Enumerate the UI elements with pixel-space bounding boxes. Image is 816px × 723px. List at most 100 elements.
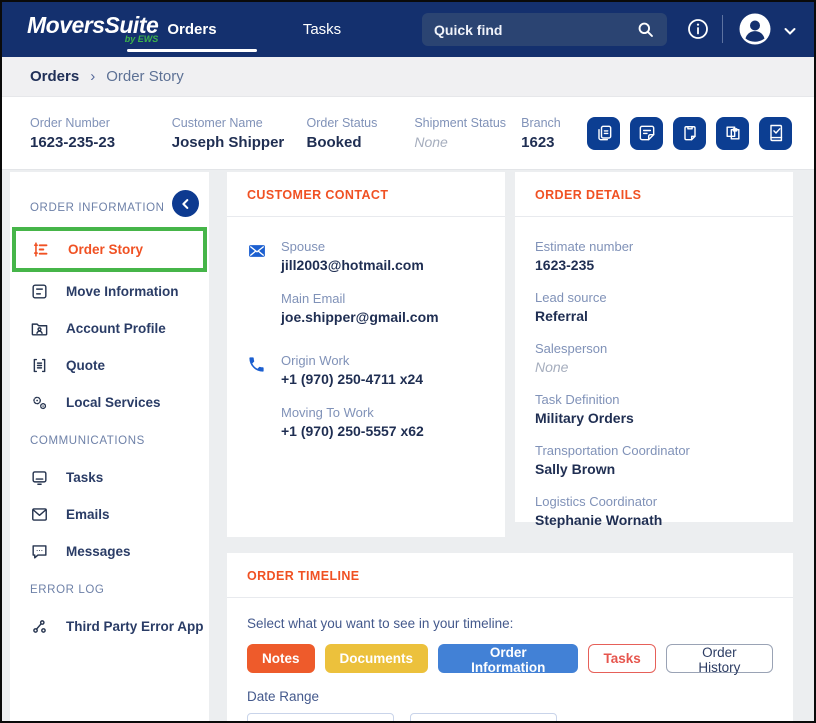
field-label: Logistics Coordinator	[535, 494, 773, 509]
annotation-highlight-box: Order Story	[12, 227, 207, 272]
field-logistics-coordinator: Logistics Coordinator Stephanie Wornath	[535, 494, 773, 528]
app-window: MoversSuite by EWS Orders Tasks	[0, 0, 816, 723]
field-value: 1623-235	[535, 257, 773, 273]
breadcrumb-orders[interactable]: Orders	[30, 68, 79, 85]
date-to-input[interactable]	[411, 714, 556, 721]
branch-field: Branch 1623	[521, 116, 587, 151]
tab-orders-label: Orders	[167, 21, 216, 38]
sidebar-item-label: Tasks	[66, 470, 103, 485]
move-information-icon	[30, 282, 49, 301]
contact-entry-label: Moving To Work	[281, 405, 424, 420]
sidebar-section-title: ERROR LOG	[30, 584, 104, 596]
primary-tabs: Orders Tasks	[127, 2, 387, 57]
chevron-down-icon[interactable]	[782, 23, 798, 39]
field-salesperson: Salesperson None	[535, 341, 773, 375]
order-action-buttons	[587, 117, 792, 150]
breadcrumb-order-story: Order Story	[106, 68, 184, 85]
contact-entry-label: Origin Work	[281, 353, 424, 368]
main-area: ORDER INFORMATION Order Story Move Infor…	[2, 170, 814, 721]
email-entries: Spouse jill2003@hotmail.com Main Email j…	[281, 239, 439, 325]
tab-tasks-label: Tasks	[303, 21, 341, 38]
date-range-inputs	[247, 713, 773, 721]
sidebar: ORDER INFORMATION Order Story Move Infor…	[10, 172, 209, 721]
field-value: None	[535, 359, 773, 375]
sidebar-item-label: Local Services	[66, 395, 161, 410]
gears-icon	[30, 393, 49, 412]
sidebar-item-label: Emails	[66, 507, 110, 522]
field-label: Transportation Coordinator	[535, 443, 773, 458]
quick-find-box	[422, 13, 667, 46]
sidebar-item-local-services[interactable]: Local Services	[10, 384, 209, 421]
contact-entry-value: +1 (970) 250-5557 x62	[281, 423, 424, 439]
filter-order-information-button[interactable]: Order Information	[438, 644, 578, 673]
clipboards-button[interactable]	[716, 117, 749, 150]
clipboards-icon	[723, 123, 743, 143]
book-check-icon	[766, 123, 786, 143]
envelope-icon	[30, 505, 49, 524]
date-from-input[interactable]	[248, 714, 393, 721]
breadcrumb: Orders › Order Story	[2, 57, 814, 97]
filter-tasks-button[interactable]: Tasks	[588, 644, 655, 673]
quote-icon	[30, 356, 49, 375]
sidebar-item-label: Third Party Error App	[66, 619, 204, 634]
date-range-label: Date Range	[247, 689, 773, 704]
sidebar-item-third-party-error-app[interactable]: Third Party Error App	[10, 608, 209, 645]
phone-entries: Origin Work +1 (970) 250-4711 x24 Moving…	[281, 353, 424, 439]
customer-contact-header: CUSTOMER CONTACT	[227, 172, 505, 217]
top-navbar: MoversSuite by EWS Orders Tasks	[2, 2, 814, 57]
order-number-value: 1623-235-23	[30, 134, 172, 151]
branch-value: 1623	[521, 134, 587, 151]
note-button[interactable]	[630, 117, 663, 150]
top-panels-row: CUSTOMER CONTACT Spouse jill2003@hotmail…	[227, 172, 806, 537]
chevron-left-icon	[179, 197, 193, 211]
shipment-status-value: None	[414, 134, 521, 150]
sidebar-item-order-story[interactable]: Order Story	[16, 231, 203, 268]
sidebar-section-communications: COMMUNICATIONS	[10, 421, 209, 459]
sidebar-item-move-information[interactable]: Move Information	[10, 273, 209, 310]
sidebar-collapse-button[interactable]	[172, 190, 199, 217]
sidebar-item-quote[interactable]: Quote	[10, 347, 209, 384]
field-label: Salesperson	[535, 341, 773, 356]
field-estimate-number: Estimate number 1623-235	[535, 239, 773, 273]
info-icon[interactable]	[686, 17, 710, 41]
sidebar-item-emails[interactable]: Emails	[10, 496, 209, 533]
sidebar-section-order-information: ORDER INFORMATION	[10, 188, 209, 226]
copy-documents-button[interactable]	[587, 117, 620, 150]
order-details-header: ORDER DETAILS	[515, 172, 793, 217]
order-details-title: ORDER DETAILS	[535, 188, 641, 202]
filter-documents-button[interactable]: Documents	[325, 644, 429, 673]
branch-label: Branch	[521, 116, 587, 130]
contact-entry-moving-to-work: Moving To Work +1 (970) 250-5557 x62	[281, 405, 424, 439]
search-icon[interactable]	[636, 20, 655, 39]
field-value: Stephanie Wornath	[535, 512, 773, 528]
sidebar-item-tasks[interactable]: Tasks	[10, 459, 209, 496]
order-status-value: Booked	[307, 134, 415, 151]
field-task-definition: Task Definition Military Orders	[535, 392, 773, 426]
clipboard-button[interactable]	[673, 117, 706, 150]
filter-notes-button[interactable]: Notes	[247, 644, 315, 673]
customer-name-label: Customer Name	[172, 116, 307, 130]
field-label: Task Definition	[535, 392, 773, 407]
user-avatar[interactable]	[738, 12, 772, 46]
sidebar-item-messages[interactable]: Messages	[10, 533, 209, 570]
contact-entry-main-email: Main Email joe.shipper@gmail.com	[281, 291, 439, 325]
customer-name-value: Joseph Shipper	[172, 134, 307, 151]
note-icon	[637, 123, 657, 143]
field-value: Sally Brown	[535, 461, 773, 477]
book-check-button[interactable]	[759, 117, 792, 150]
shipment-status-field: Shipment Status None	[414, 116, 521, 150]
contact-entry-origin-work: Origin Work +1 (970) 250-4711 x24	[281, 353, 424, 387]
contact-entry-value: joe.shipper@gmail.com	[281, 309, 439, 325]
tasks-icon	[30, 468, 49, 487]
date-to-field	[410, 713, 557, 721]
sidebar-item-account-profile[interactable]: Account Profile	[10, 310, 209, 347]
quick-find-input[interactable]	[434, 22, 636, 38]
content-area: CUSTOMER CONTACT Spouse jill2003@hotmail…	[227, 172, 806, 721]
tab-orders[interactable]: Orders	[127, 2, 257, 57]
order-details-panel: ORDER DETAILS Estimate number 1623-235 L…	[515, 172, 793, 522]
tab-tasks[interactable]: Tasks	[257, 2, 387, 57]
contact-entry-spouse: Spouse jill2003@hotmail.com	[281, 239, 439, 273]
sidebar-section-error-log: ERROR LOG	[10, 570, 209, 608]
filter-order-history-button[interactable]: Order History	[666, 644, 773, 673]
copy-documents-icon	[594, 123, 614, 143]
